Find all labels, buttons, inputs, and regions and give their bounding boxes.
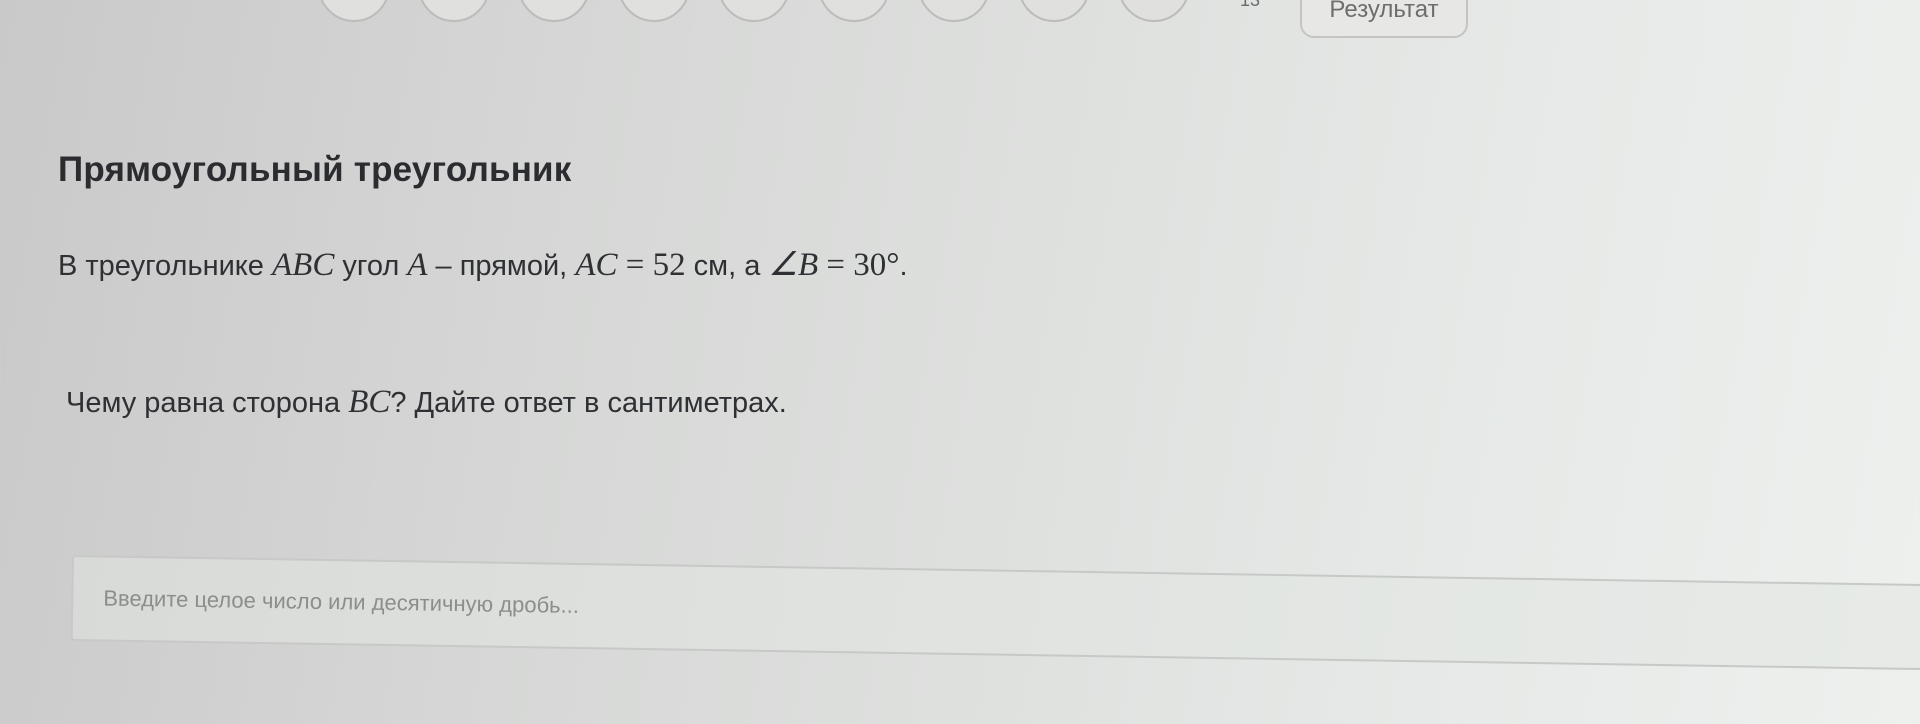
math-value-ac: 52 (652, 247, 686, 283)
statement-text: см, а (685, 250, 769, 282)
answer-input[interactable] (72, 557, 1920, 669)
math-value-angle: 30° (853, 247, 900, 283)
step-circle[interactable] (1118, 0, 1190, 22)
math-angle-b: ∠B (768, 247, 819, 283)
progress-navigation: 13 Результат (0, 0, 1920, 40)
step-circle[interactable] (618, 0, 690, 22)
question-text: ? Дайте ответ в сантиметрах. (390, 387, 787, 419)
step-circle[interactable] (418, 0, 490, 22)
task-title: Прямоугольный треугольник (58, 150, 572, 189)
task-question: Чему равна сторона BC? Дайте ответ в сан… (66, 384, 1888, 421)
answer-field (70, 555, 1920, 671)
statement-text: . (899, 250, 908, 282)
math-equals: = (818, 247, 854, 283)
question-text: Чему равна сторона (66, 387, 349, 419)
step-circle[interactable] (718, 0, 790, 22)
step-circle[interactable] (818, 0, 890, 22)
task-statement: В треугольнике ABC угол A – прямой, AC =… (58, 244, 1888, 284)
math-triangle: ABC (272, 247, 335, 283)
step-circle[interactable] (918, 0, 990, 22)
step-circle[interactable] (318, 0, 390, 22)
step-circle[interactable] (518, 0, 590, 22)
task-content: Прямоугольный треугольник В треугольнике… (58, 150, 1888, 421)
math-side-bc: BC (348, 384, 391, 420)
step-circle[interactable] (1018, 0, 1090, 22)
statement-text: – прямой, (427, 250, 576, 282)
step-number-partial: 13 (1240, 0, 1261, 10)
result-button[interactable]: Результат (1300, 0, 1468, 38)
math-equals: = (617, 247, 653, 283)
math-vertex: A (407, 247, 428, 283)
math-side-ac: AC (575, 247, 618, 283)
statement-text: угол (334, 250, 408, 282)
statement-text: В треугольнике (58, 250, 272, 282)
